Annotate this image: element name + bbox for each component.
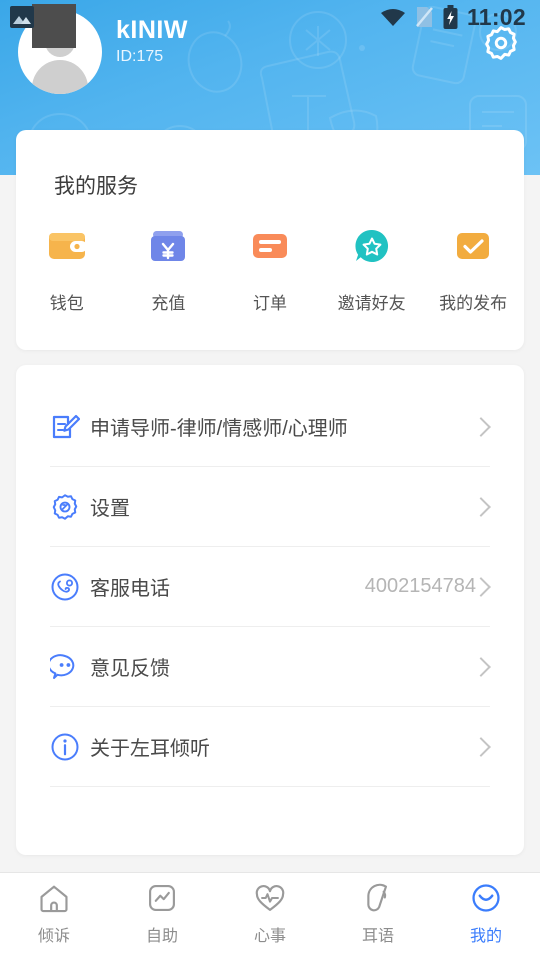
- chevron-right-icon: [471, 736, 491, 757]
- wifi-icon: [380, 9, 405, 26]
- bottom-tab-bar: 倾诉 自助 心事 耳语 我的: [0, 872, 540, 960]
- menu-row-apply-mentor[interactable]: 申请导师-律师/情感师/心理师: [50, 387, 491, 467]
- avatar-body: [32, 60, 88, 94]
- tab-whisper[interactable]: 耳语: [324, 873, 432, 960]
- service-label: 充值: [151, 294, 186, 313]
- tab-label: 自助: [145, 928, 178, 945]
- tab-label: 耳语: [361, 928, 394, 945]
- service-item-recharge[interactable]: 充值: [118, 225, 220, 314]
- user-id-label: ID:175: [116, 48, 164, 65]
- tab-heart-matters[interactable]: 心事: [216, 873, 324, 960]
- heart-pulse-icon: [255, 885, 285, 911]
- service-label: 订单: [252, 294, 287, 313]
- gallery-icon: [10, 6, 34, 28]
- tab-self-help[interactable]: 自助: [108, 873, 216, 960]
- service-label: 邀请好友: [337, 294, 406, 313]
- tab-label: 心事: [253, 928, 286, 945]
- service-label: 我的发布: [439, 294, 508, 313]
- battery-charging-icon: [443, 5, 458, 29]
- phone-support-icon: [50, 572, 80, 602]
- tab-label: 倾诉: [37, 928, 70, 945]
- feedback-chat-icon: [47, 652, 80, 682]
- settings-gear-icon: [50, 492, 80, 522]
- chevron-right-icon: [471, 656, 491, 677]
- services-title: 我的服务: [54, 175, 138, 198]
- service-item-order[interactable]: 订单: [219, 225, 321, 314]
- gear-icon: [485, 26, 517, 60]
- service-item-my-posts[interactable]: 我的发布: [422, 225, 524, 314]
- ear-icon: [367, 883, 388, 912]
- menu-row-support-phone[interactable]: 客服电话 4002154784: [50, 547, 491, 627]
- services-grid: 钱包 充值 订单 邀请好友 我的发布: [16, 225, 524, 314]
- my-services-card: 我的服务 钱包 充值 订单 邀请好友 我的发布: [16, 130, 524, 350]
- menu-row-feedback[interactable]: 意见反馈: [47, 627, 491, 707]
- smiley-icon: [472, 884, 500, 912]
- tab-label: 我的: [469, 928, 502, 945]
- recharge-card-icon: [147, 225, 189, 267]
- apply-edit-icon: [50, 412, 81, 442]
- home-icon: [40, 885, 68, 913]
- tab-mine[interactable]: 我的: [432, 873, 540, 960]
- header-settings-button[interactable]: [480, 22, 522, 64]
- chevron-right-icon: [471, 416, 491, 437]
- check-square-icon: [452, 225, 494, 267]
- invite-star-icon: [351, 225, 393, 267]
- service-item-wallet[interactable]: 钱包: [16, 225, 118, 314]
- wallet-icon: [46, 225, 88, 267]
- order-list-icon: [249, 225, 291, 267]
- menu-row-about[interactable]: 关于左耳倾听: [50, 707, 491, 787]
- settings-menu-card: 申请导师-律师/情感师/心理师 设置 客服电话 4002154784 意见反馈 …: [16, 365, 524, 855]
- menu-row-label: 申请导师-律师/情感师/心理师: [90, 418, 348, 440]
- support-phone-value: 4002154784: [364, 575, 476, 597]
- tab-confide[interactable]: 倾诉: [0, 873, 108, 960]
- info-circle-icon: [50, 732, 80, 762]
- menu-row-settings[interactable]: 设置: [50, 467, 491, 547]
- status-bar: 11:02: [0, 0, 540, 34]
- chevron-right-icon: [471, 496, 491, 517]
- service-label: 钱包: [49, 294, 84, 313]
- menu-row-label: 关于左耳倾听: [90, 738, 210, 760]
- chart-box-icon: [149, 885, 175, 911]
- menu-row-label: 设置: [90, 498, 130, 520]
- menu-row-label: 客服电话: [90, 578, 170, 600]
- profile-screen: 11:02 kINIW ID:175 我的服务 钱包 充值 订单 邀请好友 我的…: [0, 0, 540, 960]
- service-item-invite[interactable]: 邀请好友: [321, 225, 423, 314]
- no-sim-icon: [415, 7, 433, 27]
- menu-row-label: 意见反馈: [90, 658, 170, 680]
